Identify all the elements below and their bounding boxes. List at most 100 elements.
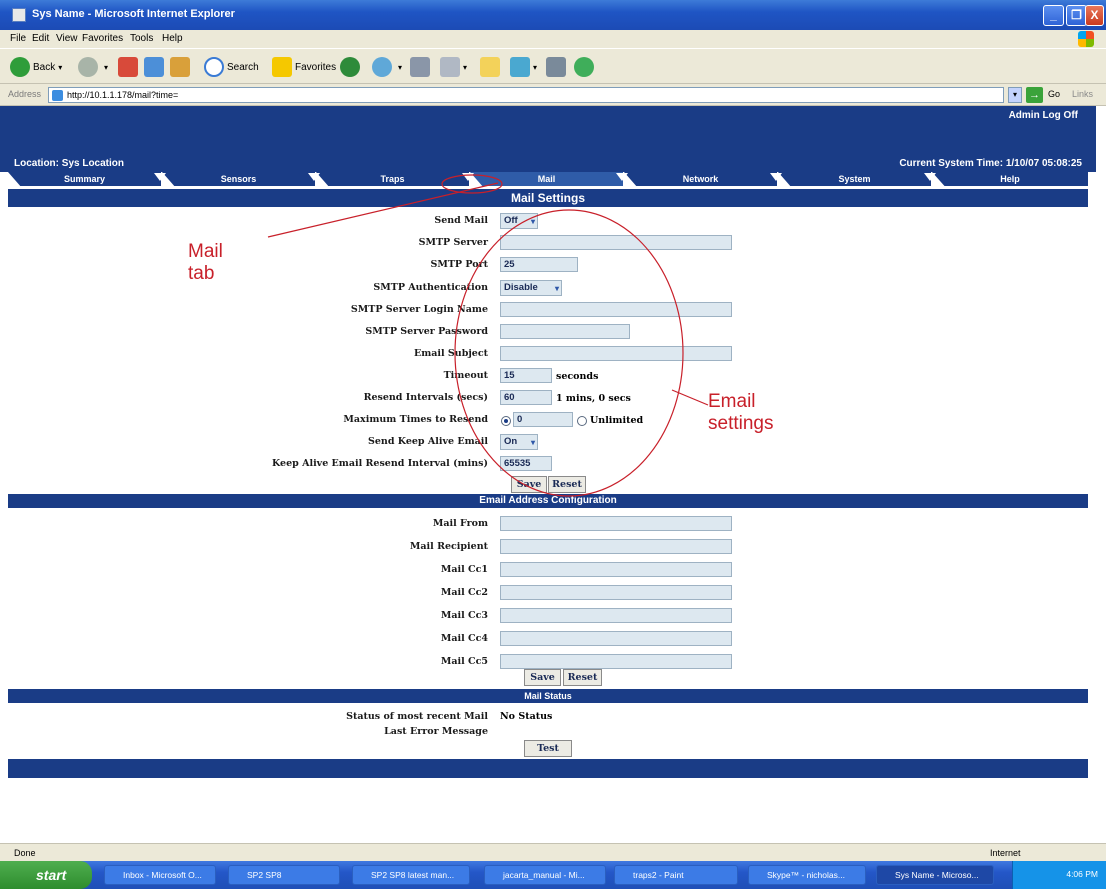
mail-cc1-input[interactable] (500, 562, 732, 577)
mail-cc2-input[interactable] (500, 585, 732, 600)
taskbar-item-word-2[interactable]: jacarta_manual - Mi... (484, 865, 606, 885)
tab-system[interactable]: System (778, 172, 931, 186)
test-mail-button[interactable]: Test Mail (524, 740, 572, 769)
go-arrow-icon[interactable]: → (1026, 87, 1043, 103)
mail-cc2-label: Mail Cc2 (440, 587, 488, 598)
menu-bar: File Edit View Favorites Tools Help (0, 30, 1106, 48)
send-mail-select[interactable]: Off ▾ (500, 213, 538, 229)
email-settings-annotation: Email settings (686, 387, 826, 449)
taskbar-item-folder[interactable]: SP2 SP8 (228, 865, 340, 885)
keep-alive-select[interactable]: On ▾ (500, 434, 538, 450)
email-settings-annotation-line2: settings (708, 413, 774, 434)
mail-tab-annotation-line2: tab (188, 263, 215, 284)
research-button[interactable] (546, 56, 566, 78)
folder-button[interactable] (480, 56, 500, 78)
smtp-server-input[interactable] (500, 235, 732, 250)
menu-file[interactable]: File (10, 33, 26, 44)
max-resend-count-radio[interactable] (501, 416, 511, 426)
menu-help[interactable]: Help (162, 33, 183, 44)
edit-button[interactable]: ▾ (440, 56, 467, 78)
refresh-button[interactable] (144, 56, 164, 78)
close-button[interactable]: X (1085, 5, 1104, 26)
taskbar-item-ie[interactable]: Sys Name - Microso... (876, 865, 994, 885)
home-button[interactable] (170, 56, 190, 78)
smtp-password-input[interactable] (500, 324, 630, 339)
taskbar-item-skype[interactable]: Skype™ - nicholas... (748, 865, 866, 885)
email-settings-annotation-line1: Email (708, 391, 756, 412)
menu-view[interactable]: View (56, 33, 78, 44)
taskbar-item-paint[interactable]: traps2 - Paint (614, 865, 738, 885)
skype-button[interactable] (574, 56, 597, 78)
mail-recipient-input[interactable] (500, 539, 732, 554)
history-icon (372, 57, 392, 77)
tab-mail[interactable]: Mail (470, 172, 623, 186)
menu-edit[interactable]: Edit (32, 33, 49, 44)
smtp-login-label: SMTP Server Login Name (350, 304, 488, 315)
send-mail-label: Send Mail (434, 215, 488, 226)
email-subject-input[interactable] (500, 346, 732, 361)
mail-tab-annotation-line1: Mail (188, 241, 223, 262)
messenger-button[interactable]: ▾ (510, 56, 537, 78)
tray-clock: 4:06 PM (1066, 869, 1098, 879)
chevron-down-icon: ▾ (530, 438, 535, 447)
back-button[interactable]: Back ▾ (10, 56, 62, 78)
tab-sensors[interactable]: Sensors (162, 172, 315, 186)
max-resend-input[interactable]: 0 (513, 412, 573, 427)
timeout-input[interactable]: 15 (500, 368, 552, 383)
system-tray: 4:06 PM (1012, 861, 1106, 889)
window-title-bar: Sys Name - Microsoft Internet Explorer _… (0, 0, 1106, 30)
resend-interval-note: 1 mins, 0 secs (556, 393, 631, 404)
mail-cc5-input[interactable] (500, 654, 732, 669)
keep-alive-interval-label: Keep Alive Email Resend Interval (mins) (272, 458, 488, 469)
mail-cc3-input[interactable] (500, 608, 732, 623)
system-time: Current System Time: 1/10/07 05:08:25 (899, 158, 1082, 169)
recent-status-label: Status of most recent Mail (346, 711, 488, 722)
tab-network[interactable]: Network (624, 172, 777, 186)
favorites-button[interactable]: Favorites (272, 56, 336, 78)
menu-tools[interactable]: Tools (130, 33, 153, 44)
folder-icon (480, 57, 500, 77)
maximize-button[interactable]: ❐ (1066, 5, 1087, 26)
links-button[interactable]: Links (1072, 89, 1093, 99)
menu-favorites[interactable]: Favorites (82, 33, 123, 44)
max-resend-label: Maximum Times to Resend (343, 414, 488, 425)
mail-settings-save-button[interactable]: Save (511, 476, 547, 493)
media-icon (340, 57, 360, 77)
media-button[interactable] (340, 56, 363, 78)
status-bar: Done Internet (0, 843, 1106, 861)
mail-settings-reset-button[interactable]: Reset (548, 476, 586, 493)
ie-icon (12, 8, 26, 22)
star-icon (272, 57, 292, 77)
email-config-save-button[interactable]: Save (524, 669, 561, 686)
address-label: Address (8, 89, 42, 99)
go-button[interactable]: Go (1048, 89, 1060, 99)
history-button[interactable]: ▾ (372, 56, 402, 78)
tab-summary[interactable]: Summary (8, 172, 161, 186)
keep-alive-interval-input[interactable]: 65535 (500, 456, 552, 471)
search-button[interactable]: Search (204, 56, 259, 78)
address-dropdown[interactable]: ▾ (1008, 87, 1022, 103)
tab-help[interactable]: Help (932, 172, 1088, 186)
start-button[interactable]: start (0, 861, 92, 889)
tab-traps[interactable]: Traps (316, 172, 469, 186)
resend-interval-label: Resend Intervals (secs) (363, 392, 488, 403)
print-button[interactable] (410, 56, 430, 78)
email-config-reset-button[interactable]: Reset (563, 669, 602, 686)
taskbar-item-word-1[interactable]: SP2 SP8 latest man... (352, 865, 470, 885)
mail-cc4-input[interactable] (500, 631, 732, 646)
smtp-login-input[interactable] (500, 302, 732, 317)
minimize-button[interactable]: _ (1043, 5, 1064, 26)
resend-interval-input[interactable]: 60 (500, 390, 552, 405)
smtp-port-input[interactable]: 25 (500, 257, 578, 272)
admin-logoff-link[interactable]: Admin Log Off (1009, 110, 1078, 121)
smtp-auth-select[interactable]: Disable ▾ (500, 280, 562, 296)
home-icon (170, 57, 190, 77)
last-error-label: Last Error Message (384, 726, 488, 737)
max-resend-unlimited-radio[interactable] (577, 416, 587, 426)
mail-from-input[interactable] (500, 516, 732, 531)
address-input[interactable]: http://10.1.1.178/mail?time= (48, 87, 1004, 103)
tab-arrow-icon (924, 173, 936, 181)
forward-button[interactable]: ▾ (78, 56, 108, 78)
stop-button[interactable] (118, 56, 138, 78)
taskbar-item-outlook[interactable]: Inbox - Microsoft O... (104, 865, 216, 885)
